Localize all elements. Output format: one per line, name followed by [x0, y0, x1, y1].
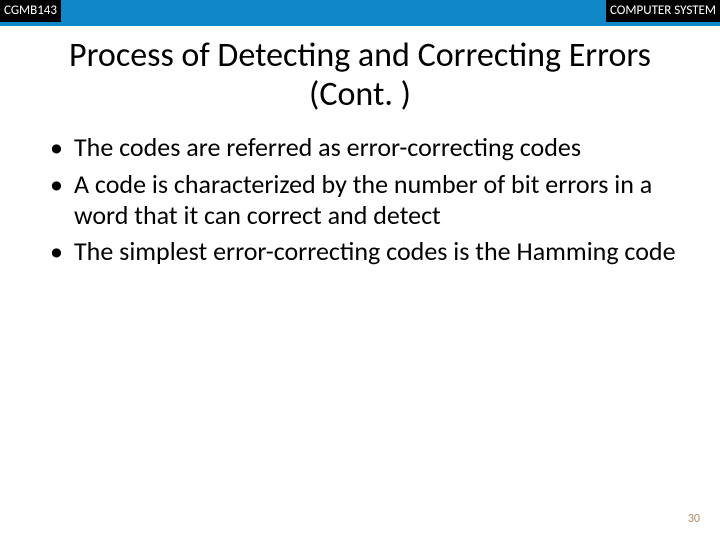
header-bar: CGMB143 COMPUTER SYSTEM	[0, 0, 720, 26]
list-item: The codes are referred as error-correcti…	[50, 132, 684, 163]
slide-body: The codes are referred as error-correcti…	[0, 132, 720, 267]
list-item: The simplest error-correcting codes is t…	[50, 236, 684, 267]
bullet-list: The codes are referred as error-correcti…	[50, 132, 684, 267]
page-number: 30	[688, 512, 700, 526]
slide-title: Process of Detecting and Correcting Erro…	[0, 36, 720, 114]
course-code: CGMB143	[0, 0, 61, 22]
course-title: COMPUTER SYSTEM	[606, 0, 720, 22]
slide: CGMB143 COMPUTER SYSTEM Process of Detec…	[0, 0, 720, 540]
list-item: A code is characterized by the number of…	[50, 169, 684, 230]
